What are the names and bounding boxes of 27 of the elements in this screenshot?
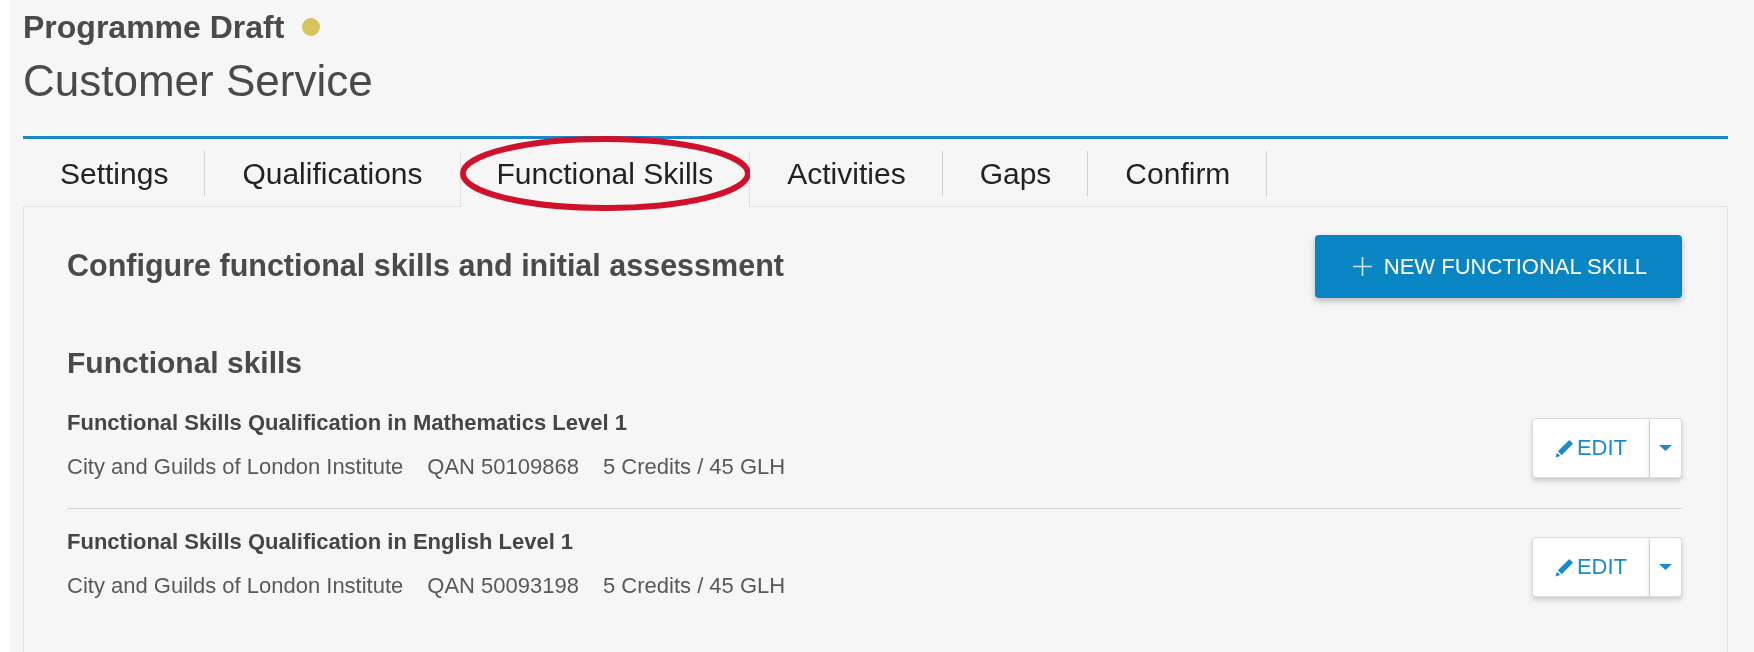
credits-info: 5 Credits / 45 GLH: [603, 454, 786, 480]
tab[interactable]: Activities: [750, 151, 943, 196]
pencil-icon: [1554, 557, 1574, 577]
tab[interactable]: Settings: [23, 151, 206, 196]
qan-number: QAN 50093198: [427, 573, 579, 599]
plus-icon: [1352, 257, 1372, 276]
caret-down-icon: [1659, 445, 1672, 451]
qualification-title: Functional Skills Qualification in Mathematics Level 1: [67, 410, 627, 436]
qan-number: QAN 50109868: [427, 454, 579, 480]
tab[interactable]: Gaps: [942, 151, 1089, 196]
subsection-heading: Functional skills: [67, 345, 303, 381]
qualification-title: Functional Skills Qualification in English Level 1: [67, 529, 574, 555]
page-title: Customer Service: [23, 55, 373, 107]
credits-info: 5 Credits / 45 GLH: [603, 573, 786, 599]
dropdown-button[interactable]: [1650, 537, 1682, 597]
dropdown-button[interactable]: [1650, 418, 1682, 478]
tab[interactable]: Confirm: [1088, 151, 1268, 196]
edit-button[interactable]: EDIT: [1532, 537, 1650, 597]
awarding-body: City and Guilds of London Institute: [67, 573, 404, 599]
caret-down-icon: [1659, 564, 1672, 570]
pencil-icon: [1554, 438, 1574, 458]
section-heading: Configure functional skills and initial assessment: [67, 246, 784, 283]
tab[interactable]: Qualifications: [205, 151, 460, 196]
status-label: Programme Draft: [23, 8, 285, 46]
awarding-body: City and Guilds of London Institute: [67, 454, 404, 480]
edit-button[interactable]: EDIT: [1532, 418, 1650, 478]
new-functional-skill-button[interactable]: NEW FUNCTIONAL SKILL: [1314, 235, 1682, 298]
